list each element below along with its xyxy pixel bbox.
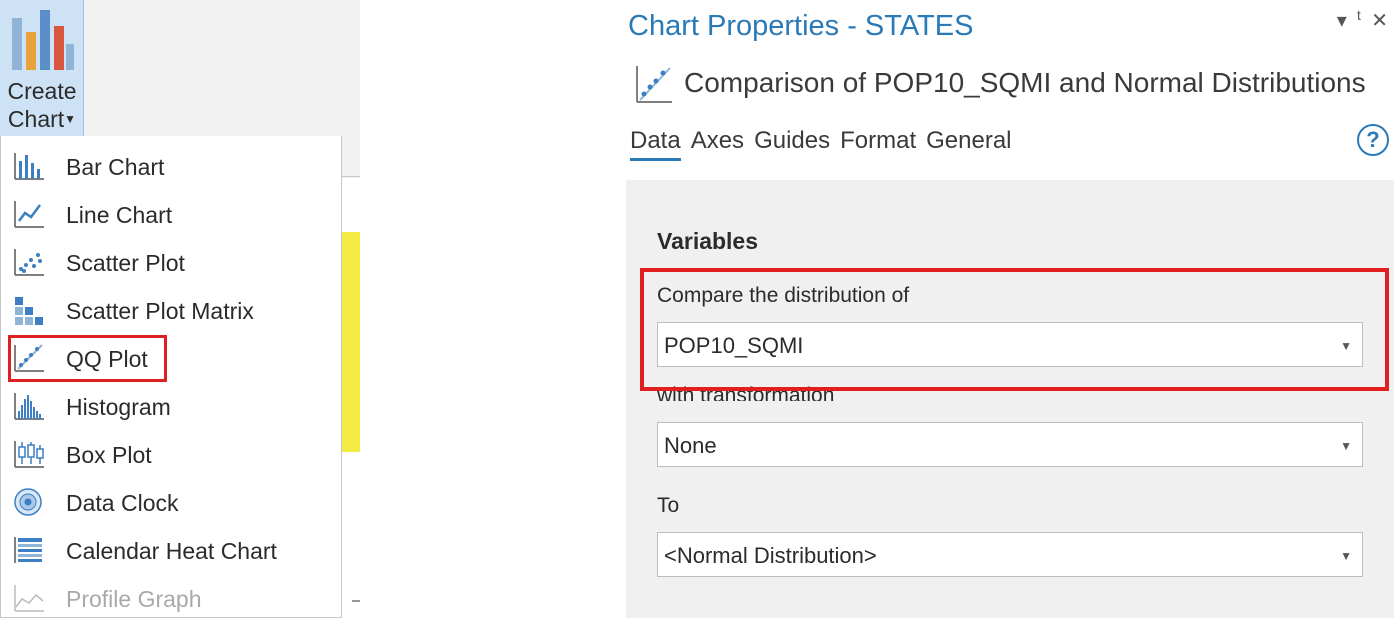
tab-general[interactable]: General [926, 127, 1021, 161]
menu-item-label: Bar Chart [66, 154, 165, 180]
menu-item-histogram[interactable]: Histogram [1, 381, 341, 429]
pane-title: Chart Properties - STATES [628, 10, 974, 42]
data-clock-icon [14, 488, 42, 516]
menu-item-label: Calendar Heat Chart [66, 538, 277, 564]
histogram-icon [14, 393, 44, 420]
create-chart-label: Create [7, 78, 77, 104]
map-feature [342, 232, 360, 452]
scatter-plot-matrix-icon [15, 297, 43, 325]
tab-guides[interactable]: Guides [754, 127, 840, 161]
compare-field-highlight [640, 268, 1389, 391]
help-icon[interactable]: ? [1357, 124, 1389, 156]
chart-properties-pane: Chart Properties - STATES ▾ ᵗ ✕ Comparis… [626, 0, 1394, 618]
pin-icon[interactable]: ᵗ [1357, 8, 1361, 33]
create-chart-button[interactable]: Create Chart▼ [0, 0, 84, 136]
menu-item-scatter-plot-matrix[interactable]: Scatter Plot Matrix [1, 285, 341, 333]
tab-data[interactable]: Data [630, 127, 691, 161]
menu-item-line-chart[interactable]: Line Chart [1, 189, 341, 237]
chevron-down-icon: ▼ [64, 112, 77, 126]
qq-plot-highlight [8, 335, 167, 382]
to-label: To [657, 494, 680, 517]
menu-item-label: Profile Graph [66, 586, 202, 612]
transformation-select[interactable]: None ▼ [657, 422, 1363, 467]
menu-item-label: Histogram [66, 394, 171, 420]
menu-item-profile-graph: Profile Graph [1, 573, 341, 618]
box-plot-icon [14, 441, 44, 468]
select-value: <Normal Distribution> [664, 543, 877, 568]
bar-chart-icon [14, 153, 44, 180]
menu-item-scatter-plot[interactable]: Scatter Plot [1, 237, 341, 285]
to-distribution-select[interactable]: <Normal Distribution> ▼ [657, 532, 1363, 577]
qq-plot-icon [636, 66, 672, 103]
pane-menu-icon[interactable]: ▾ [1337, 8, 1347, 33]
variables-heading: Variables [657, 228, 759, 254]
create-chart-icon [12, 10, 74, 70]
select-value: None [664, 433, 717, 458]
tab-format[interactable]: Format [840, 127, 926, 161]
profile-graph-icon [14, 585, 44, 612]
calendar-heat-chart-icon [14, 537, 42, 563]
menu-item-bar-chart[interactable]: Bar Chart [1, 141, 341, 189]
pane-controls: ▾ ᵗ ✕ [1337, 8, 1388, 33]
menu-item-label: Scatter Plot [66, 250, 185, 276]
close-icon[interactable]: ✕ [1371, 8, 1388, 33]
menu-item-label: Box Plot [66, 442, 152, 468]
scatter-plot-icon [14, 249, 44, 276]
property-tabs: Data Axes Guides Format General [630, 127, 1022, 161]
map-feature-edge [352, 600, 360, 602]
map-divider [341, 176, 360, 177]
chart-title: Comparison of POP10_SQMI and Normal Dist… [684, 67, 1366, 98]
chevron-down-icon: ▼ [1340, 439, 1352, 453]
data-tab-panel: Variables Compare the distribution of PO… [626, 180, 1394, 618]
create-chart-label-2: Chart▼ [7, 106, 77, 132]
menu-item-label: Scatter Plot Matrix [66, 298, 254, 324]
menu-item-box-plot[interactable]: Box Plot [1, 429, 341, 477]
menu-item-calendar-heat-chart[interactable]: Calendar Heat Chart [1, 525, 341, 573]
menu-item-label: Line Chart [66, 202, 173, 228]
chevron-down-icon: ▼ [1340, 549, 1352, 563]
menu-item-data-clock[interactable]: Data Clock [1, 477, 341, 525]
tab-axes[interactable]: Axes [691, 127, 754, 161]
line-chart-icon [14, 201, 44, 228]
menu-item-label: Data Clock [66, 490, 179, 516]
